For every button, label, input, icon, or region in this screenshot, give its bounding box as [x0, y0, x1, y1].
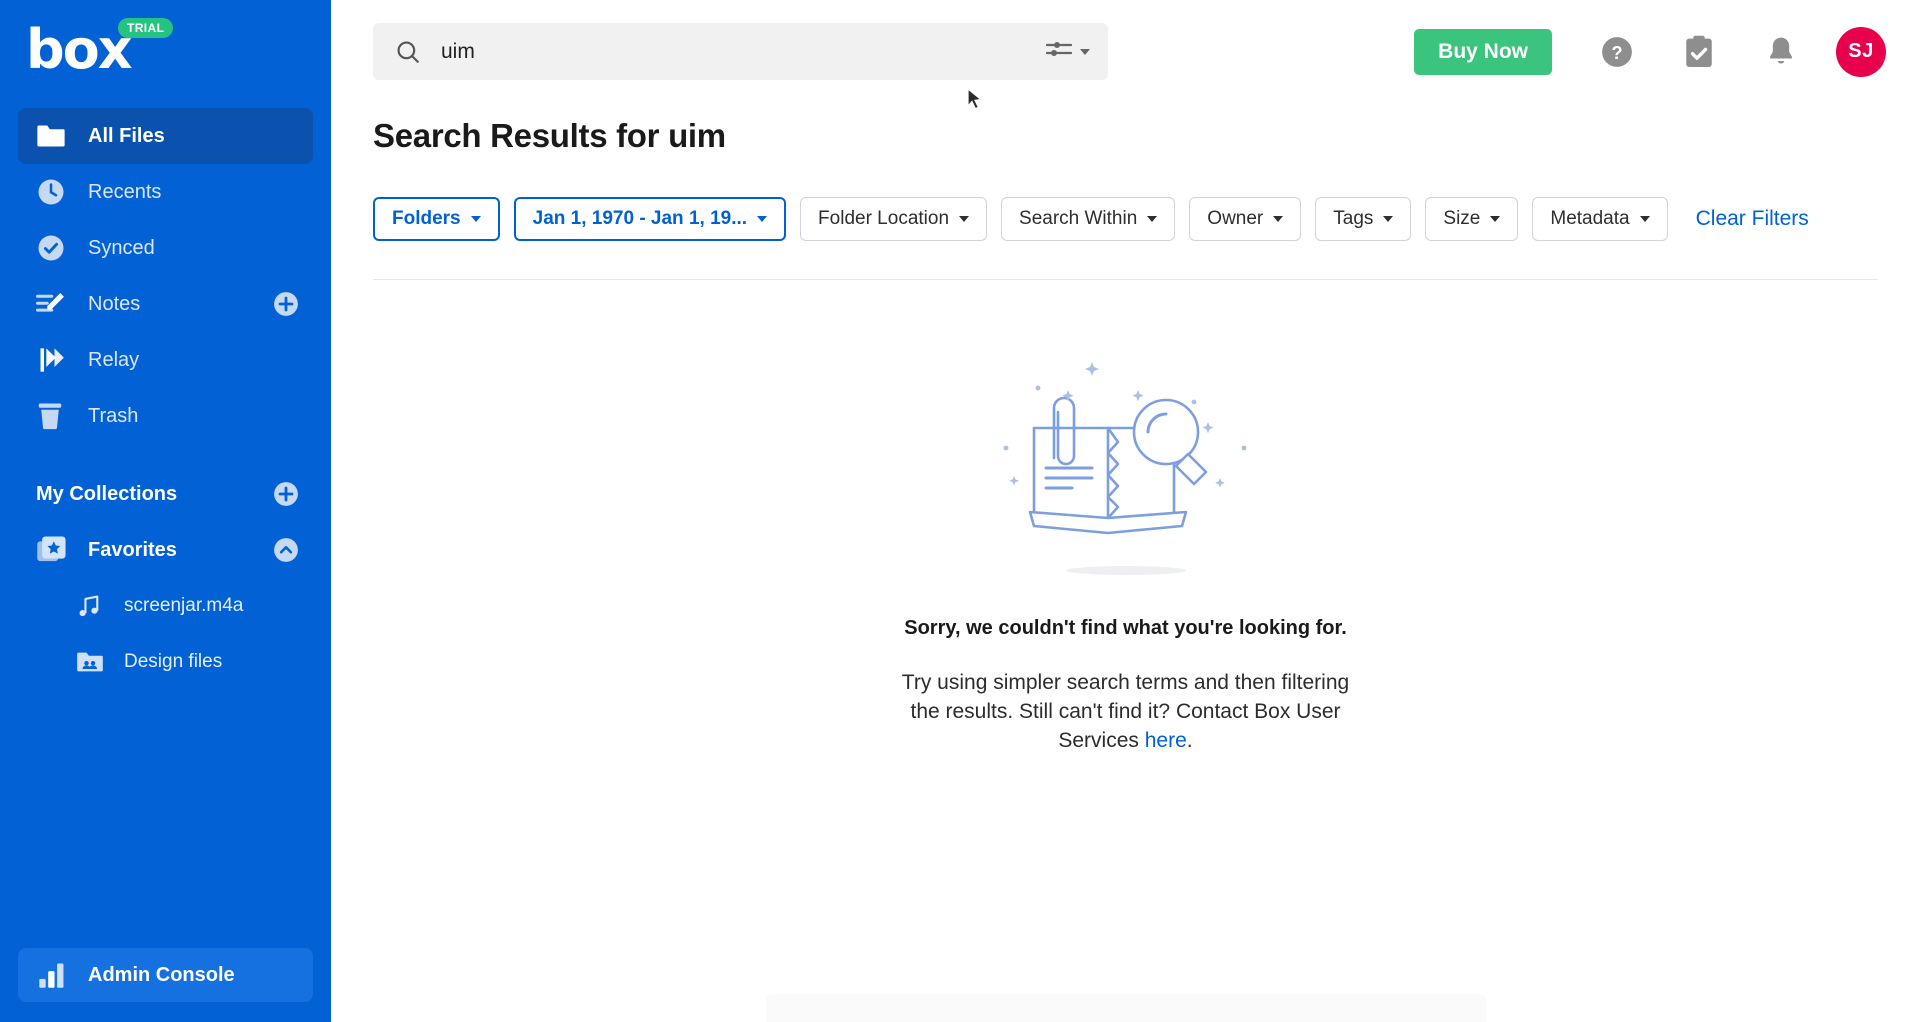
- filter-chip-label: Search Within: [1019, 208, 1138, 229]
- collapse-favorites-button[interactable]: [273, 537, 299, 563]
- trial-badge: TRIAL: [118, 18, 174, 38]
- filter-chip-label: Tags: [1333, 208, 1374, 229]
- top-bar-actions: Buy Now ? SJ: [1414, 25, 1886, 79]
- search-icon: [395, 39, 423, 65]
- filter-chip-label: Size: [1443, 208, 1481, 229]
- filter-chip-folder-location[interactable]: Folder Location: [800, 197, 988, 241]
- filter-chip-tags[interactable]: Tags: [1315, 197, 1412, 241]
- bell-icon[interactable]: [1754, 25, 1808, 79]
- torn-document-magnifier-illustration: [996, 350, 1256, 560]
- filter-chip-label: Folders: [392, 208, 461, 229]
- search-bar[interactable]: [373, 23, 1108, 80]
- sidebar-item-label: Relay: [88, 348, 140, 371]
- chevron-down-icon: [757, 216, 768, 222]
- sidebar-item-label: Favorites: [88, 538, 177, 561]
- filter-chip-label: Metadata: [1550, 208, 1630, 229]
- contact-support-link[interactable]: here: [1145, 729, 1187, 752]
- sidebar-item-label: All Files: [88, 124, 165, 147]
- filter-chip-metadata[interactable]: Metadata: [1532, 197, 1668, 241]
- sidebar-item-notes[interactable]: Notes: [18, 276, 313, 332]
- empty-state-title: Sorry, we couldn't find what you're look…: [904, 617, 1347, 639]
- page-title: Search Results for uim: [373, 117, 726, 154]
- svg-text:?: ?: [1611, 42, 1622, 63]
- empty-state-body-text: Try using simpler search terms and then …: [901, 671, 1350, 752]
- empty-state-body-period: .: [1186, 729, 1193, 752]
- filter-bar: Folders Jan 1, 1970 - Jan 1, 19... Folde…: [331, 155, 1920, 241]
- filter-chip-label: Folder Location: [818, 208, 950, 229]
- filter-chip-label: Owner: [1207, 208, 1264, 229]
- sidebar-item-relay[interactable]: Relay: [18, 332, 313, 388]
- bottom-sheet-panel[interactable]: [765, 994, 1486, 1022]
- sidebar-item-recents[interactable]: Recents: [18, 164, 313, 220]
- search-input[interactable]: [441, 39, 1036, 64]
- add-collection-button[interactable]: [273, 481, 299, 507]
- illustration-shadow: [1065, 566, 1186, 575]
- chevron-down-icon: [959, 216, 970, 222]
- chevron-down-icon: [1147, 216, 1158, 222]
- favorite-item-label: Design files: [124, 651, 223, 672]
- clipboard-check-icon[interactable]: [1672, 25, 1726, 79]
- empty-search-results: Sorry, we couldn't find what you're look…: [331, 280, 1920, 755]
- filter-chip-date-range[interactable]: Jan 1, 1970 - Jan 1, 19...: [513, 197, 787, 241]
- favorite-item-screenjar[interactable]: screenjar.m4a: [18, 578, 313, 634]
- admin-console-container: Admin Console: [0, 948, 331, 1022]
- add-note-button[interactable]: [273, 291, 299, 317]
- admin-console-label: Admin Console: [88, 963, 235, 986]
- sidebar-item-synced[interactable]: Synced: [18, 220, 313, 276]
- favorite-item-design-files[interactable]: Design files: [18, 634, 313, 690]
- primary-nav: All Files Recents Synced Notes Relay Tra…: [0, 100, 331, 690]
- main-content: Buy Now ? SJ: [331, 0, 1920, 1022]
- audio-file-icon: [76, 593, 110, 619]
- check-circle-icon: [36, 233, 72, 263]
- my-collections-header: My Collections: [18, 466, 313, 522]
- trash-icon: [36, 401, 72, 431]
- filter-chip-size[interactable]: Size: [1425, 197, 1519, 241]
- filter-chip-folders[interactable]: Folders: [373, 197, 500, 241]
- sidebar-item-favorites[interactable]: Favorites: [18, 522, 313, 578]
- relay-icon: [36, 345, 72, 375]
- top-bar: Buy Now ? SJ: [331, 0, 1920, 103]
- filter-chip-owner[interactable]: Owner: [1189, 197, 1302, 241]
- chevron-down-icon: [470, 216, 481, 222]
- admin-console-button[interactable]: Admin Console: [18, 948, 313, 1002]
- chevron-down-icon: [1383, 216, 1394, 222]
- brand-row[interactable]: box TRIAL: [0, 0, 331, 100]
- sliders-icon: [1045, 39, 1073, 64]
- search-filter-toggle[interactable]: [1036, 39, 1090, 64]
- favorites-icon: [36, 535, 72, 565]
- sidebar-item-all-files[interactable]: All Files: [18, 108, 313, 164]
- clear-filters-link[interactable]: Clear Filters: [1696, 207, 1809, 231]
- chevron-down-icon: [1080, 48, 1090, 55]
- sidebar-item-label: Trash: [88, 404, 139, 427]
- chevron-down-icon: [1639, 216, 1650, 222]
- chevron-down-icon: [1273, 216, 1284, 222]
- bar-chart-icon: [38, 962, 72, 988]
- notes-icon: [36, 289, 72, 319]
- sidebar-item-label: Recents: [88, 180, 162, 203]
- sidebar-item-label: Notes: [88, 292, 141, 315]
- help-icon[interactable]: ?: [1590, 25, 1644, 79]
- sidebar-item-trash[interactable]: Trash: [18, 388, 313, 444]
- clock-icon: [36, 177, 72, 207]
- favorite-item-label: screenjar.m4a: [124, 595, 244, 616]
- sidebar-item-label: Synced: [88, 236, 155, 259]
- empty-state-body: Try using simpler search terms and then …: [886, 668, 1366, 755]
- my-collections-label: My Collections: [36, 482, 178, 505]
- shared-folder-icon: [76, 650, 110, 674]
- box-app-window: box TRIAL All Files Recents Synced Notes…: [0, 0, 1920, 1022]
- box-logo[interactable]: box: [26, 23, 133, 77]
- folder-icon: [36, 121, 72, 151]
- sidebar: box TRIAL All Files Recents Synced Notes…: [0, 0, 331, 1022]
- filter-chip-label: Jan 1, 1970 - Jan 1, 19...: [532, 208, 748, 229]
- buy-now-button[interactable]: Buy Now: [1414, 28, 1552, 75]
- avatar[interactable]: SJ: [1836, 26, 1886, 77]
- chevron-down-icon: [1490, 216, 1501, 222]
- filter-chip-search-within[interactable]: Search Within: [1001, 197, 1176, 241]
